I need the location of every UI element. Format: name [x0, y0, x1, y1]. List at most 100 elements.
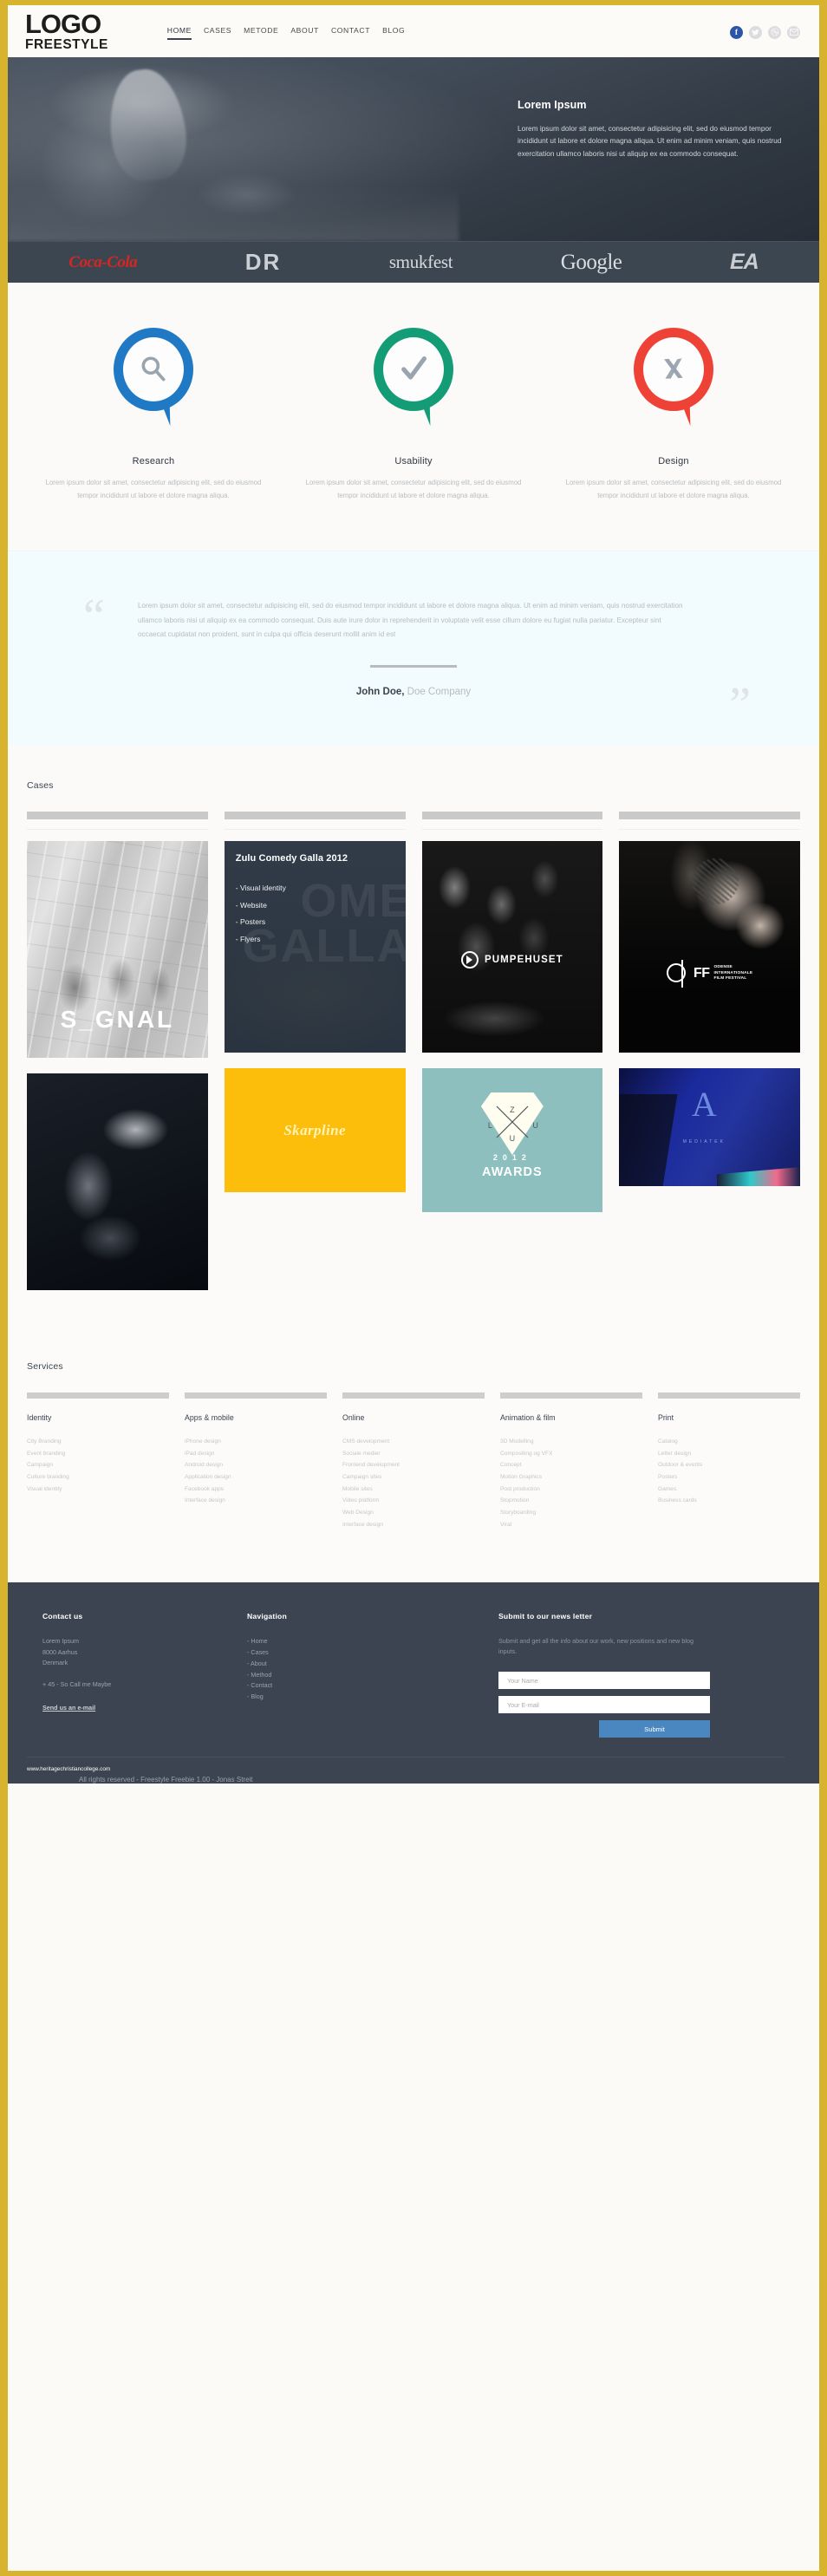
service-item[interactable]: Motion Graphics	[500, 1471, 642, 1484]
service-item[interactable]: Catalog	[658, 1436, 800, 1448]
service-item[interactable]: Video platform	[342, 1495, 485, 1507]
client-logo-google: Google	[560, 250, 622, 274]
nav-item-contact[interactable]: CONTACT	[331, 26, 370, 38]
nav-item-cases[interactable]: CASES	[204, 26, 231, 38]
page-frame: LOGO FREESTYLE HOME CASES METODE ABOUT C…	[0, 0, 827, 2576]
logo-secondary-text: FREESTYLE	[25, 37, 108, 53]
case-card-mediatek[interactable]: A MEDIATEK	[619, 1068, 800, 1187]
feature-body: Lorem ipsum dolor sit amet, consectetur …	[305, 479, 522, 499]
footer-contact-column: Contact us Lorem Ipsum 8000 Aarhus Denma…	[42, 1612, 247, 1738]
services-column-identity: Identity City Branding Event branding Ca…	[27, 1392, 169, 1530]
service-item[interactable]: Games	[658, 1484, 800, 1496]
case-label-mediatek: MEDIATEK	[682, 1138, 726, 1145]
award-letter: U	[509, 1134, 516, 1144]
service-item[interactable]: Sociale medier	[342, 1448, 485, 1460]
case-image-tattoo	[691, 858, 739, 905]
service-item[interactable]: Stopmotion	[500, 1495, 642, 1507]
service-item[interactable]: Frontend development	[342, 1459, 485, 1471]
services-list: iPhone design iPad design Android design…	[185, 1436, 327, 1507]
service-item[interactable]: Letter design	[658, 1448, 800, 1460]
services-column-title: Apps & mobile	[185, 1413, 234, 1423]
nav-item-blog[interactable]: BLOG	[382, 26, 405, 38]
service-item[interactable]: CMS development	[342, 1436, 485, 1448]
service-item[interactable]: Storyboarding	[500, 1507, 642, 1519]
case-card-pumpehuset[interactable]: PUMPEHUSET	[421, 841, 603, 1053]
dribbble-icon[interactable]	[768, 25, 781, 39]
case-card-portrait[interactable]	[27, 1073, 208, 1291]
footer-nav-item[interactable]: - Method	[247, 1670, 498, 1681]
service-item[interactable]: Culture branding	[27, 1471, 169, 1484]
site-logo[interactable]: LOGO FREESTYLE	[25, 10, 108, 52]
case-title-bar	[224, 812, 406, 820]
newsletter-submit-button[interactable]: Submit	[599, 1720, 710, 1738]
footer-nav-item[interactable]: - About	[247, 1659, 498, 1670]
cases-column-3: PUMPEHUSET Z L U U 2012 AWARDS	[421, 841, 603, 1213]
case-card-zulu-comedy-galla[interactable]: OME GALLA Zulu Comedy Galla 2012 - Visua…	[224, 841, 406, 1053]
footer-nav-item[interactable]: - Blog	[247, 1692, 498, 1703]
service-item[interactable]: Outdoor & events	[658, 1459, 800, 1471]
service-item[interactable]: Posters	[658, 1471, 800, 1484]
service-item[interactable]: iPhone design	[185, 1436, 327, 1448]
design-pin	[634, 328, 713, 430]
case-card-skarpline[interactable]: Skarpline	[224, 1068, 406, 1193]
services-column-online: Online CMS development Sociale medier Fr…	[342, 1392, 485, 1530]
service-item[interactable]: Android design	[185, 1459, 327, 1471]
case-image-portrait	[27, 1073, 208, 1291]
main-navigation: HOME CASES METODE ABOUT CONTACT BLOG	[166, 23, 406, 40]
social-links: f	[730, 24, 800, 39]
footer-nav-item[interactable]: - Contact	[247, 1680, 498, 1692]
feature-title: Design	[658, 456, 689, 466]
nav-item-home[interactable]: HOME	[166, 26, 192, 40]
service-item[interactable]: Post production	[500, 1484, 642, 1496]
nav-item-about[interactable]: ABOUT	[290, 26, 319, 38]
logo-primary-text: LOGO	[25, 9, 101, 40]
facebook-icon[interactable]: f	[730, 25, 743, 39]
service-item[interactable]: Business cards	[658, 1495, 800, 1507]
case-card-signal[interactable]: S_GNAL	[27, 841, 208, 1059]
service-item[interactable]: Application design	[185, 1471, 327, 1484]
cases-section: Cases S_GNAL OME GALLA Zulu Comedy Galla…	[8, 746, 819, 1291]
service-item[interactable]: Campaign sites	[342, 1471, 485, 1484]
services-column-animation-film: Animation & film 3D Modelling Compositin…	[500, 1392, 642, 1530]
newsletter-name-input[interactable]	[498, 1672, 710, 1690]
twitter-icon[interactable]	[749, 25, 762, 39]
case-card-odense-film-festival[interactable]: FF ODENSE INTERNATIONALE FILM FESTIVAL	[619, 841, 800, 1053]
footer-copyright: All rights reserved - Freestyle Freebie …	[79, 1776, 253, 1784]
service-item[interactable]: Facebook apps	[185, 1484, 327, 1496]
case-bullet: - Website	[235, 900, 267, 910]
nav-item-metode[interactable]: METODE	[244, 26, 278, 38]
case-title-bar	[27, 812, 208, 820]
service-item[interactable]: Interface design	[342, 1519, 485, 1531]
service-item[interactable]: Campaign	[27, 1459, 169, 1471]
newsletter-email-input[interactable]	[498, 1696, 710, 1714]
service-item[interactable]: Mobile sites	[342, 1484, 485, 1496]
footer-nav-item[interactable]: - Cases	[247, 1647, 498, 1659]
service-item[interactable]: Event branding	[27, 1448, 169, 1460]
service-item[interactable]: Concept	[500, 1459, 642, 1471]
cases-column-1: S_GNAL	[27, 841, 208, 1291]
case-title-zulu: Zulu Comedy Galla 2012	[235, 853, 348, 864]
footer-nav-item[interactable]: - Home	[247, 1636, 498, 1647]
service-item[interactable]: City Branding	[27, 1436, 169, 1448]
services-title-bar	[342, 1392, 485, 1399]
service-item[interactable]: Compositing og VFX	[500, 1448, 642, 1460]
footer-email-link[interactable]: Send us an e-mail	[42, 1704, 95, 1712]
footer-url[interactable]: www.heritagechristiancollege.com	[27, 1766, 785, 1772]
case-bullet: - Posters	[235, 917, 266, 927]
feature-design: Design Lorem ipsum dolor sit amet, conse…	[564, 328, 783, 502]
service-item[interactable]: iPad design	[185, 1448, 327, 1460]
service-item[interactable]: Interface design	[185, 1495, 327, 1507]
hero-title: Lorem Ipsum	[518, 99, 587, 111]
services-title-bar	[658, 1392, 800, 1399]
footer-bottom-bar: www.heritagechristiancollege.com All rig…	[8, 1757, 819, 1784]
email-icon[interactable]	[787, 25, 800, 39]
service-item[interactable]: Visual identity	[27, 1484, 169, 1496]
service-item[interactable]: Web Design	[342, 1507, 485, 1519]
service-item[interactable]: 3D Modelling	[500, 1436, 642, 1448]
magnifier-icon	[114, 328, 193, 411]
case-card-zulu-awards[interactable]: Z L U U 2012 AWARDS	[421, 1068, 603, 1213]
award-letter: L	[487, 1121, 492, 1131]
service-item[interactable]: Viral	[500, 1519, 642, 1531]
hero-desk-highlight	[8, 184, 459, 241]
client-logo-dr: DR	[244, 249, 282, 275]
